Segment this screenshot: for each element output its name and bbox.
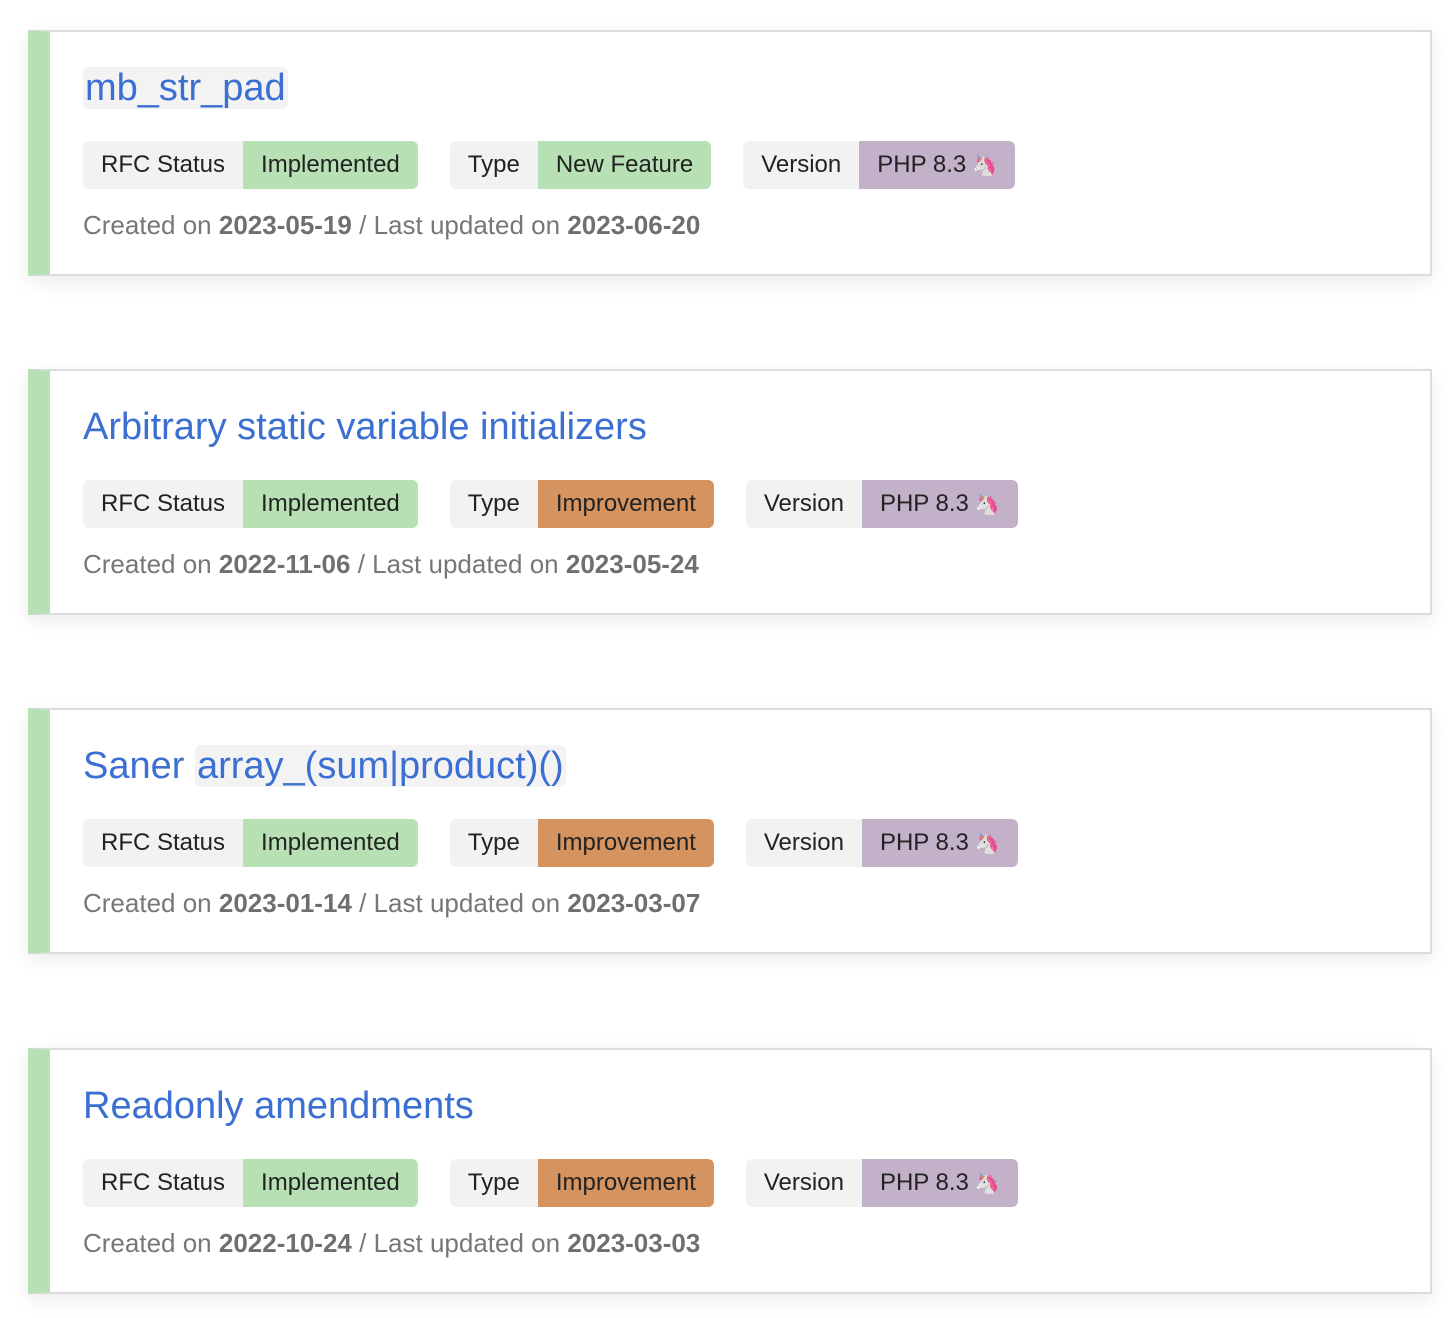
type-badge-label: Type: [449, 141, 538, 189]
version-badge-label: Version: [745, 819, 862, 867]
rfc-dates: Created on 2022-10-24 / Last updated on …: [83, 1226, 700, 1260]
rfc-badges: RFC Status Implemented Type New Feature …: [83, 141, 1047, 189]
type-badge-value: Improvement: [537, 1159, 714, 1207]
created-date: 2023-05-19: [218, 210, 352, 240]
rfc-card: Arbitrary static variable initializers R…: [28, 369, 1432, 615]
updated-label: / Last updated on: [357, 549, 559, 579]
version-badge-value: PHP 8.3 🦄: [859, 141, 1016, 189]
version-text: PHP 8.3: [879, 490, 969, 517]
updated-date: 2023-06-20: [567, 210, 701, 240]
created-label: Created on: [83, 888, 212, 918]
rfc-badges: RFC Status Implemented Type Improvement …: [83, 480, 1050, 528]
rfc-title-link[interactable]: Readonly amendments: [83, 1080, 474, 1132]
created-label: Created on: [83, 1228, 212, 1258]
type-badge-value: Improvement: [537, 819, 714, 867]
rfc-title-link[interactable]: mb_str_pad: [83, 62, 288, 114]
created-label: Created on: [83, 210, 212, 240]
created-date: 2023-01-14: [218, 888, 352, 918]
type-badge-label: Type: [449, 480, 538, 528]
rfc-title-code: mb_str_pad: [83, 67, 288, 109]
rfc-card: Readonly amendments RFC Status Implement…: [28, 1048, 1432, 1294]
status-badge-label: RFC Status: [83, 480, 244, 528]
rfc-card: Saner array_(sum|product)() RFC Status I…: [28, 708, 1432, 954]
updated-date: 2023-03-07: [567, 888, 701, 918]
created-date: 2022-10-24: [218, 1228, 352, 1258]
status-badge-value: Implemented: [243, 480, 418, 528]
rfc-title-code: array_(sum|product)(): [194, 745, 566, 787]
rfc-title-text: Readonly amendments: [83, 1085, 474, 1127]
rfc-title-link[interactable]: Saner array_(sum|product)(): [83, 740, 566, 792]
type-badge: Type New Feature: [449, 141, 712, 189]
version-text: PHP 8.3: [879, 829, 969, 856]
created-label: Created on: [83, 549, 212, 579]
version-badge: Version PHP 8.3 🦄: [745, 480, 1018, 528]
unicorn-icon: 🦄: [974, 833, 1000, 855]
updated-label: / Last updated on: [359, 210, 561, 240]
version-badge: Version PHP 8.3 🦄: [743, 141, 1016, 189]
rfc-title-link[interactable]: Arbitrary static variable initializers: [83, 401, 647, 453]
type-badge-value: Improvement: [537, 480, 714, 528]
version-text: PHP 8.3: [877, 151, 967, 178]
version-text: PHP 8.3: [879, 1169, 969, 1196]
updated-date: 2023-05-24: [565, 549, 699, 579]
version-badge-label: Version: [743, 141, 860, 189]
type-badge: Type Improvement: [449, 480, 714, 528]
rfc-card: mb_str_pad RFC Status Implemented Type N…: [28, 30, 1432, 276]
rfc-badges: RFC Status Implemented Type Improvement …: [83, 1159, 1050, 1207]
version-badge: Version PHP 8.3 🦄: [745, 1159, 1018, 1207]
version-badge-value: PHP 8.3 🦄: [861, 480, 1018, 528]
version-badge-value: PHP 8.3 🦄: [861, 1159, 1018, 1207]
version-badge-label: Version: [745, 1159, 862, 1207]
status-badge: RFC Status Implemented: [83, 1159, 418, 1207]
rfc-dates: Created on 2023-05-19 / Last updated on …: [83, 208, 700, 242]
unicorn-icon: 🦄: [974, 494, 1000, 516]
type-badge: Type Improvement: [449, 819, 714, 867]
status-badge: RFC Status Implemented: [83, 480, 418, 528]
rfc-badges: RFC Status Implemented Type Improvement …: [83, 819, 1050, 867]
type-badge-label: Type: [449, 819, 538, 867]
rfc-dates: Created on 2023-01-14 / Last updated on …: [83, 886, 700, 920]
version-badge-label: Version: [745, 480, 862, 528]
status-badge-value: Implemented: [243, 141, 418, 189]
status-badge-value: Implemented: [243, 819, 418, 867]
status-badge-label: RFC Status: [83, 1159, 244, 1207]
updated-label: / Last updated on: [359, 1228, 561, 1258]
type-badge: Type Improvement: [449, 1159, 714, 1207]
updated-label: / Last updated on: [359, 888, 561, 918]
updated-date: 2023-03-03: [567, 1228, 701, 1258]
status-badge: RFC Status Implemented: [83, 819, 418, 867]
rfc-title-text: Saner: [83, 745, 195, 787]
status-badge-value: Implemented: [243, 1159, 418, 1207]
unicorn-icon: 🦄: [974, 1173, 1000, 1195]
version-badge-value: PHP 8.3 🦄: [861, 819, 1018, 867]
created-date: 2022-11-06: [218, 549, 351, 579]
rfc-dates: Created on 2022-11-06 / Last updated on …: [83, 547, 699, 581]
unicorn-icon: 🦄: [972, 155, 998, 177]
type-badge-value: New Feature: [537, 141, 712, 189]
status-badge-label: RFC Status: [83, 819, 244, 867]
status-badge: RFC Status Implemented: [83, 141, 418, 189]
status-badge-label: RFC Status: [83, 141, 244, 189]
rfc-title-text: Arbitrary static variable initializers: [83, 406, 647, 448]
type-badge-label: Type: [449, 1159, 538, 1207]
version-badge: Version PHP 8.3 🦄: [745, 819, 1018, 867]
